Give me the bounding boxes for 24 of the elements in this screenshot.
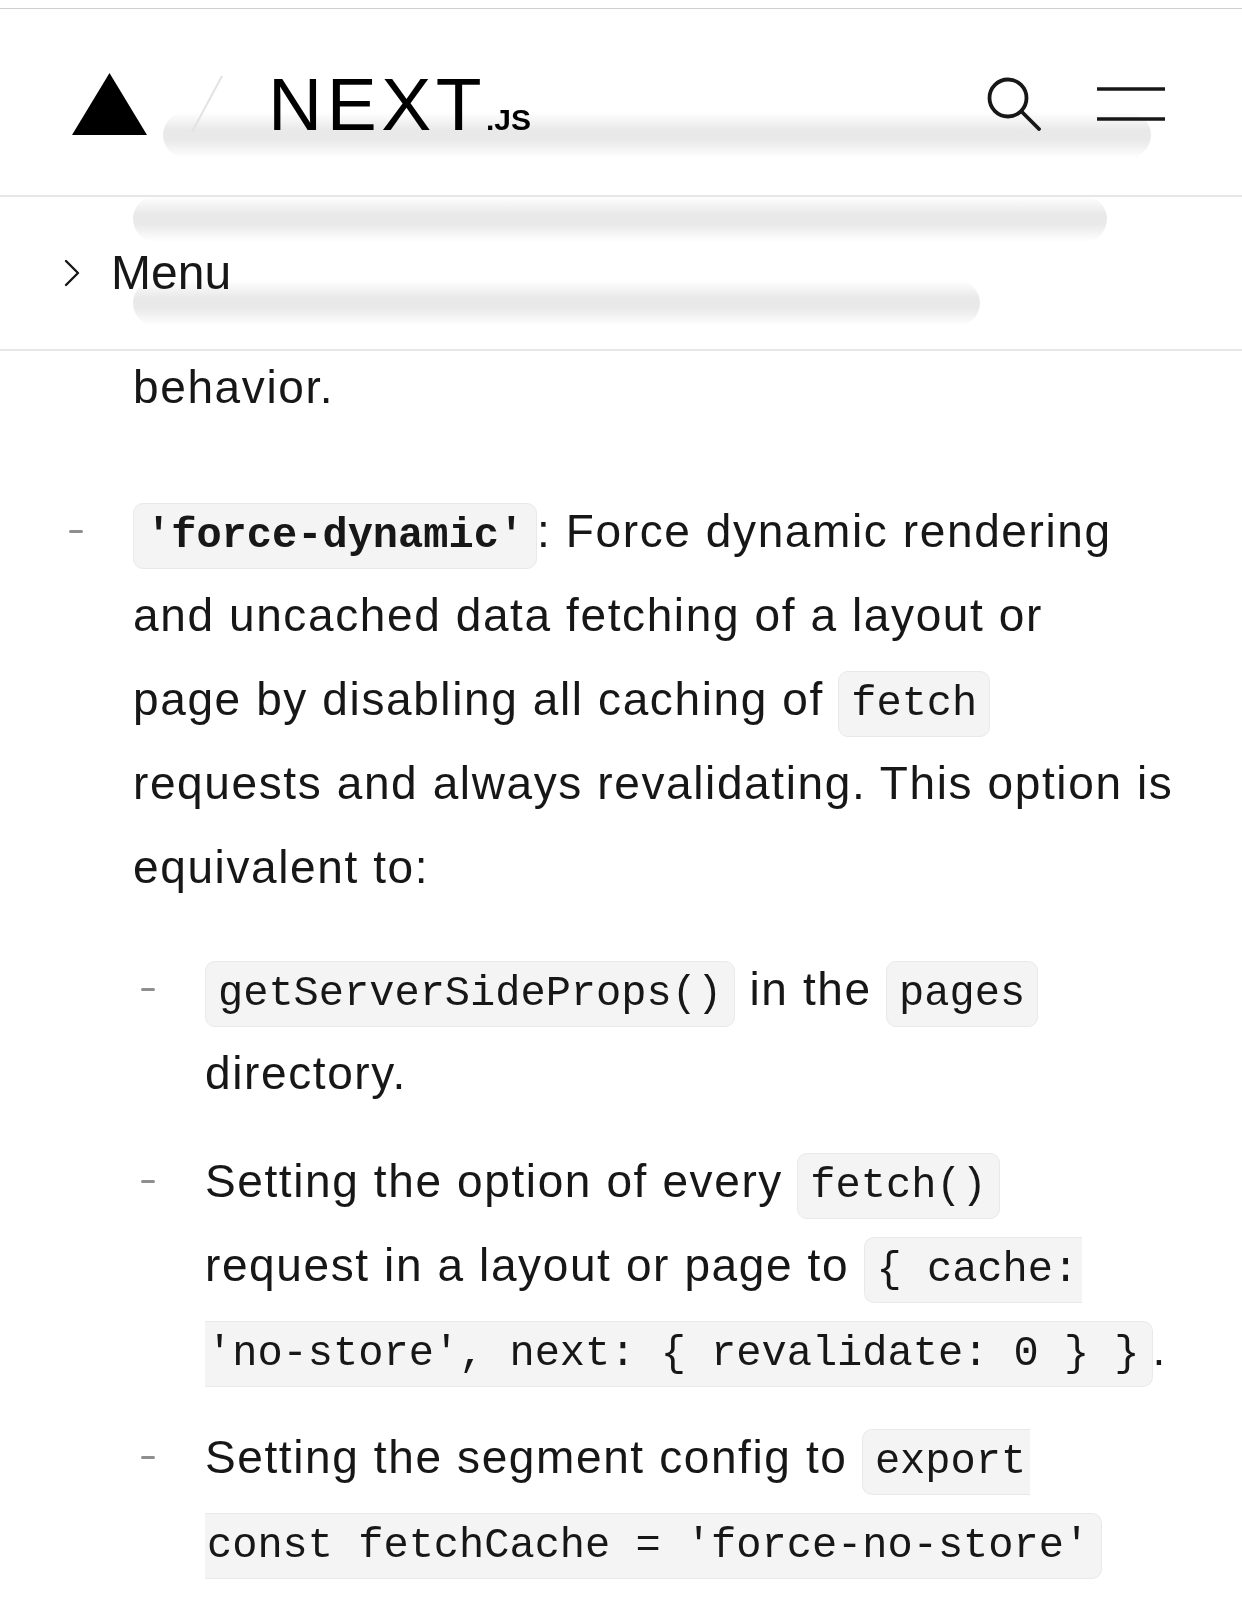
list-item-text: getServerSideProps() in the pages directory.: [205, 947, 1039, 1115]
search-icon[interactable]: [987, 77, 1041, 131]
menu-toggle[interactable]: Menu: [0, 197, 1242, 351]
logo-wordmark[interactable]: NEXT.JS: [268, 66, 532, 142]
inline-code: 'force-dynamic': [133, 503, 538, 569]
inline-code: { cache:: [863, 1237, 1083, 1303]
inline-code: fetch: [838, 671, 991, 737]
dash-bullet-icon: [141, 1179, 155, 1183]
list-item-text: 'force-dynamic' : Force dynamic rendering and uncached data fetching of a layout or page by disabling all caching of fetch requests and always revalidating. This option is equivalent to:: [133, 502, 1174, 895]
inline-code: 'no-store', next: { revalidate: 0 } }: [205, 1321, 1153, 1387]
inline-code: export: [861, 1429, 1031, 1495]
list-item-text: Setting the segment config to export const fetchCache = 'force-no-store': [205, 1415, 1103, 1583]
list-item-text: Setting the option of every fetch() request in a layout or page to { cache: 'no-store', next: { revalidate: 0 } } .: [205, 1139, 1167, 1391]
paragraph-text: behavior.: [133, 360, 335, 415]
menu-icon[interactable]: [1097, 87, 1165, 121]
dash-bullet-icon: [69, 529, 83, 533]
triangle-logo-icon[interactable]: [72, 73, 147, 135]
inline-code: getServerSideProps(): [205, 961, 736, 1027]
dash-bullet-icon: [141, 1455, 155, 1459]
slash-separator-icon: [191, 75, 223, 133]
inline-code: pages: [886, 961, 1039, 1027]
inline-code: fetch(): [797, 1153, 1000, 1219]
dash-bullet-icon: [141, 987, 155, 991]
inline-code: const fetchCache = 'force-no-store': [205, 1513, 1103, 1579]
